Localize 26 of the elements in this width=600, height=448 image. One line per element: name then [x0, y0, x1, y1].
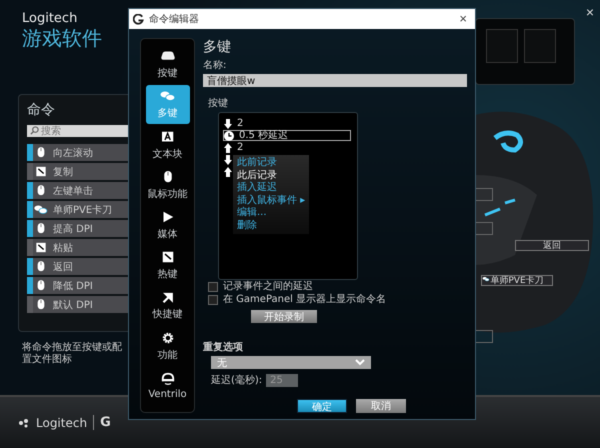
command-label: 返回 [53, 260, 73, 274]
command-label: 复制 [53, 166, 73, 178]
footer-logo-mark: G [93, 415, 111, 430]
command-label: 单师PVE卡刀 [53, 204, 112, 216]
delay-label: 延迟(毫秒): [211, 374, 262, 387]
repeat-options-label: 重复选项 [203, 341, 243, 354]
command-label: 默认 DPI [53, 298, 93, 312]
command-label: 提高 DPI [53, 222, 93, 236]
command-label: 向左滚动 [53, 146, 93, 160]
dialog-title: 命令编辑器 [149, 12, 200, 26]
delay-text: 0.5 秒延迟 [238, 130, 290, 141]
section-heading: 多键 [203, 38, 231, 56]
command-label: 粘贴 [53, 242, 73, 254]
panel-title: 命令 [27, 101, 56, 119]
checkbox-label: 在 GamePanel 显示器上显示命令名 [223, 293, 386, 306]
brand-name: Logitech [22, 11, 78, 26]
footer-logo: Logitech [36, 416, 88, 430]
key-text: 2 [236, 118, 244, 129]
command-label: 降低 DPI [53, 280, 93, 292]
checkbox-label: 记录事件之间的延迟 [223, 280, 313, 293]
drag-hint: 将命令拖放至按键或配置文件图标 [22, 342, 122, 366]
command-label: 左键单击 [53, 184, 93, 198]
name-label: 名称: [203, 59, 226, 72]
keys-label: 按键 [208, 97, 228, 110]
app-title: 游戏软件 [22, 26, 102, 50]
key-text: 2 [236, 142, 244, 153]
